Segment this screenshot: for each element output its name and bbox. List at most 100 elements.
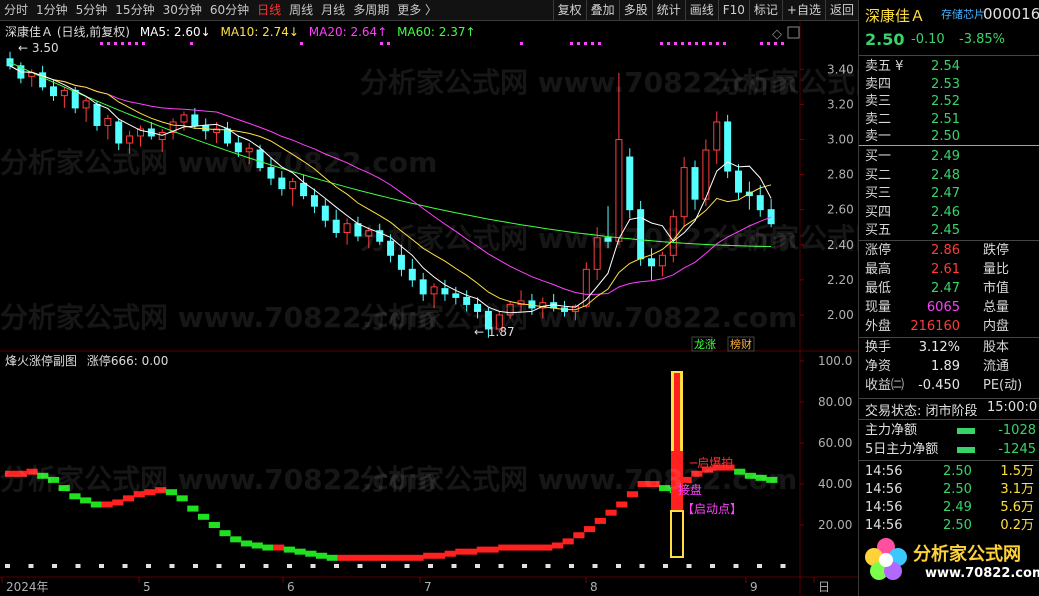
sub-line-segment bbox=[144, 489, 156, 496]
sub-line-segment bbox=[58, 485, 70, 492]
candle-body bbox=[310, 195, 318, 207]
baseline-dot bbox=[404, 564, 410, 568]
sub-line-segment bbox=[562, 538, 574, 545]
ma20-label: MA20: 2.64↑ bbox=[308, 25, 388, 39]
stat-row-label: 现量 bbox=[865, 300, 892, 315]
baseline-dot bbox=[381, 564, 386, 568]
ask-row: 卖四 2.53 bbox=[859, 75, 1039, 94]
period-tab-10[interactable]: 更多 〉 bbox=[393, 0, 441, 21]
signal-dot bbox=[142, 42, 145, 45]
stat-row: 现量 6065 总量 bbox=[859, 298, 1039, 317]
candle-body bbox=[245, 147, 253, 153]
signal-dot bbox=[598, 42, 601, 45]
time-tick-label: 7 bbox=[424, 580, 432, 594]
baseline-dot bbox=[639, 564, 645, 568]
ask-row-value: 2.52 bbox=[931, 94, 960, 109]
toolbar-button-1[interactable]: 叠加 bbox=[585, 0, 619, 21]
sub-line-segment bbox=[423, 552, 435, 559]
fund-row-right-label: PE(动) bbox=[983, 378, 1023, 393]
fund-row-value: 1.89 bbox=[931, 359, 960, 374]
sub-line-segment bbox=[551, 542, 564, 549]
stat-row-label: 外盘 bbox=[865, 319, 892, 334]
candle-body bbox=[365, 230, 373, 237]
bid-row-value: 2.46 bbox=[931, 204, 960, 220]
period-tab-0[interactable]: 分时 bbox=[0, 0, 32, 21]
bid-row: 买三 2.47 bbox=[859, 184, 1039, 203]
candle-body bbox=[474, 303, 482, 312]
sub-line-segment bbox=[26, 468, 38, 475]
price-tick-label: 3.40 bbox=[827, 62, 854, 76]
period-tab-3[interactable]: 15分钟 bbox=[111, 0, 158, 21]
baseline-dot bbox=[146, 564, 151, 568]
toolbar-button-2[interactable]: 多股 bbox=[618, 0, 652, 21]
candle-body bbox=[278, 177, 286, 190]
sub-line-segment bbox=[519, 544, 531, 551]
sub-legend: 烽火涨停副图 涨停666: 0.00 bbox=[5, 352, 168, 369]
signal-dot bbox=[681, 42, 684, 45]
candle-body bbox=[408, 268, 416, 281]
toolbar-button-4[interactable]: 画线 bbox=[684, 0, 718, 21]
baseline-dot bbox=[686, 564, 692, 568]
toolbar-button-7[interactable]: +自选 bbox=[781, 0, 825, 21]
stat-row-right-label: 内盘 bbox=[983, 319, 1010, 334]
signal-dot bbox=[380, 42, 383, 45]
baseline-dot bbox=[5, 564, 10, 568]
toolbar-button-8[interactable]: 返回 bbox=[824, 0, 858, 21]
stat-row: 最低 2.47 市值 bbox=[859, 279, 1039, 298]
time-tick-label: 8 bbox=[590, 580, 598, 594]
period-tab-4[interactable]: 30分钟 bbox=[159, 0, 206, 21]
period-tab-5[interactable]: 60分钟 bbox=[206, 0, 253, 21]
baseline-dot bbox=[498, 564, 504, 568]
ask-row: 卖五 ¥ 2.54 bbox=[859, 57, 1039, 76]
tick-time: 14:56 bbox=[865, 482, 903, 497]
sub-line-segment bbox=[466, 548, 478, 555]
sub-line-segment bbox=[90, 501, 102, 508]
signal-dot bbox=[774, 42, 777, 45]
sub-tick-label: 60.00 bbox=[818, 436, 852, 450]
sub-line-segment bbox=[594, 517, 606, 524]
bid-row: 买五 2.45 bbox=[859, 221, 1039, 240]
candle-body bbox=[126, 135, 134, 144]
candle-body bbox=[441, 288, 449, 295]
toolbar-button-0[interactable]: 复权 bbox=[552, 0, 586, 21]
sub-line-segment bbox=[573, 532, 585, 539]
tick-volume: 3.1万 bbox=[1000, 482, 1034, 497]
period-tab-1[interactable]: 1分钟 bbox=[32, 0, 72, 21]
ma60-label: MA60: 2.37↑ bbox=[397, 25, 476, 39]
candle-body bbox=[60, 89, 68, 97]
stat-row: 最高 2.61 量比 bbox=[859, 260, 1039, 279]
logo-area: 分析家公式网 www.70822.com bbox=[859, 534, 1039, 596]
stat-row: 涨停 2.86 跌停 bbox=[859, 241, 1039, 260]
tick-time: 14:56 bbox=[865, 518, 903, 533]
baseline-dot bbox=[451, 564, 457, 568]
sub-line-segment bbox=[208, 522, 220, 528]
signal-dot bbox=[114, 42, 117, 45]
kline-svg[interactable]: 3.40 3.20 3.00 2.80 2.60 2.40 2.20 2.00 100.0 80.… bbox=[0, 21, 858, 595]
chart-title: 深康佳Ａ (日线,前复权) bbox=[5, 25, 130, 39]
kline-chart-area[interactable]: 3.40 3.20 3.00 2.80 2.60 2.40 2.20 2.00 100.0 80.… bbox=[0, 21, 1039, 595]
fund-row-right-label: 股本 bbox=[983, 340, 1010, 355]
toolbar-button-5[interactable]: F10 bbox=[717, 0, 749, 21]
ask-row-value: 2.50 bbox=[931, 129, 960, 144]
fund-row-label: 净资 bbox=[865, 359, 892, 374]
toolbar-actions: 复权 叠加 多股 统计 画线 F10 标记 +自选 返回 bbox=[552, 0, 858, 21]
sub-line-segment bbox=[691, 470, 703, 477]
signal-dot bbox=[387, 42, 390, 45]
period-tab-7[interactable]: 周线 bbox=[285, 0, 317, 21]
price-change-pct: -3.85% bbox=[959, 32, 1005, 47]
sub-line-segment bbox=[584, 526, 596, 533]
baseline-dot bbox=[99, 564, 104, 568]
sub-line-segment bbox=[187, 505, 199, 512]
candle-body bbox=[93, 103, 101, 126]
period-tab-2[interactable]: 5分钟 bbox=[72, 0, 112, 21]
toolbar-button-3[interactable]: 统计 bbox=[651, 0, 685, 21]
sub-line-segment bbox=[133, 491, 145, 498]
baseline-dot bbox=[710, 564, 715, 568]
toolbar-button-6[interactable]: 标记 bbox=[748, 0, 782, 21]
candle-body bbox=[767, 209, 775, 225]
sub-tick-label: 20.00 bbox=[818, 518, 852, 532]
period-tab-9[interactable]: 多周期 bbox=[349, 0, 393, 21]
period-tab-6[interactable]: 日线 bbox=[253, 0, 285, 21]
period-tab-8[interactable]: 月线 bbox=[317, 0, 349, 21]
candle-body bbox=[223, 128, 231, 144]
